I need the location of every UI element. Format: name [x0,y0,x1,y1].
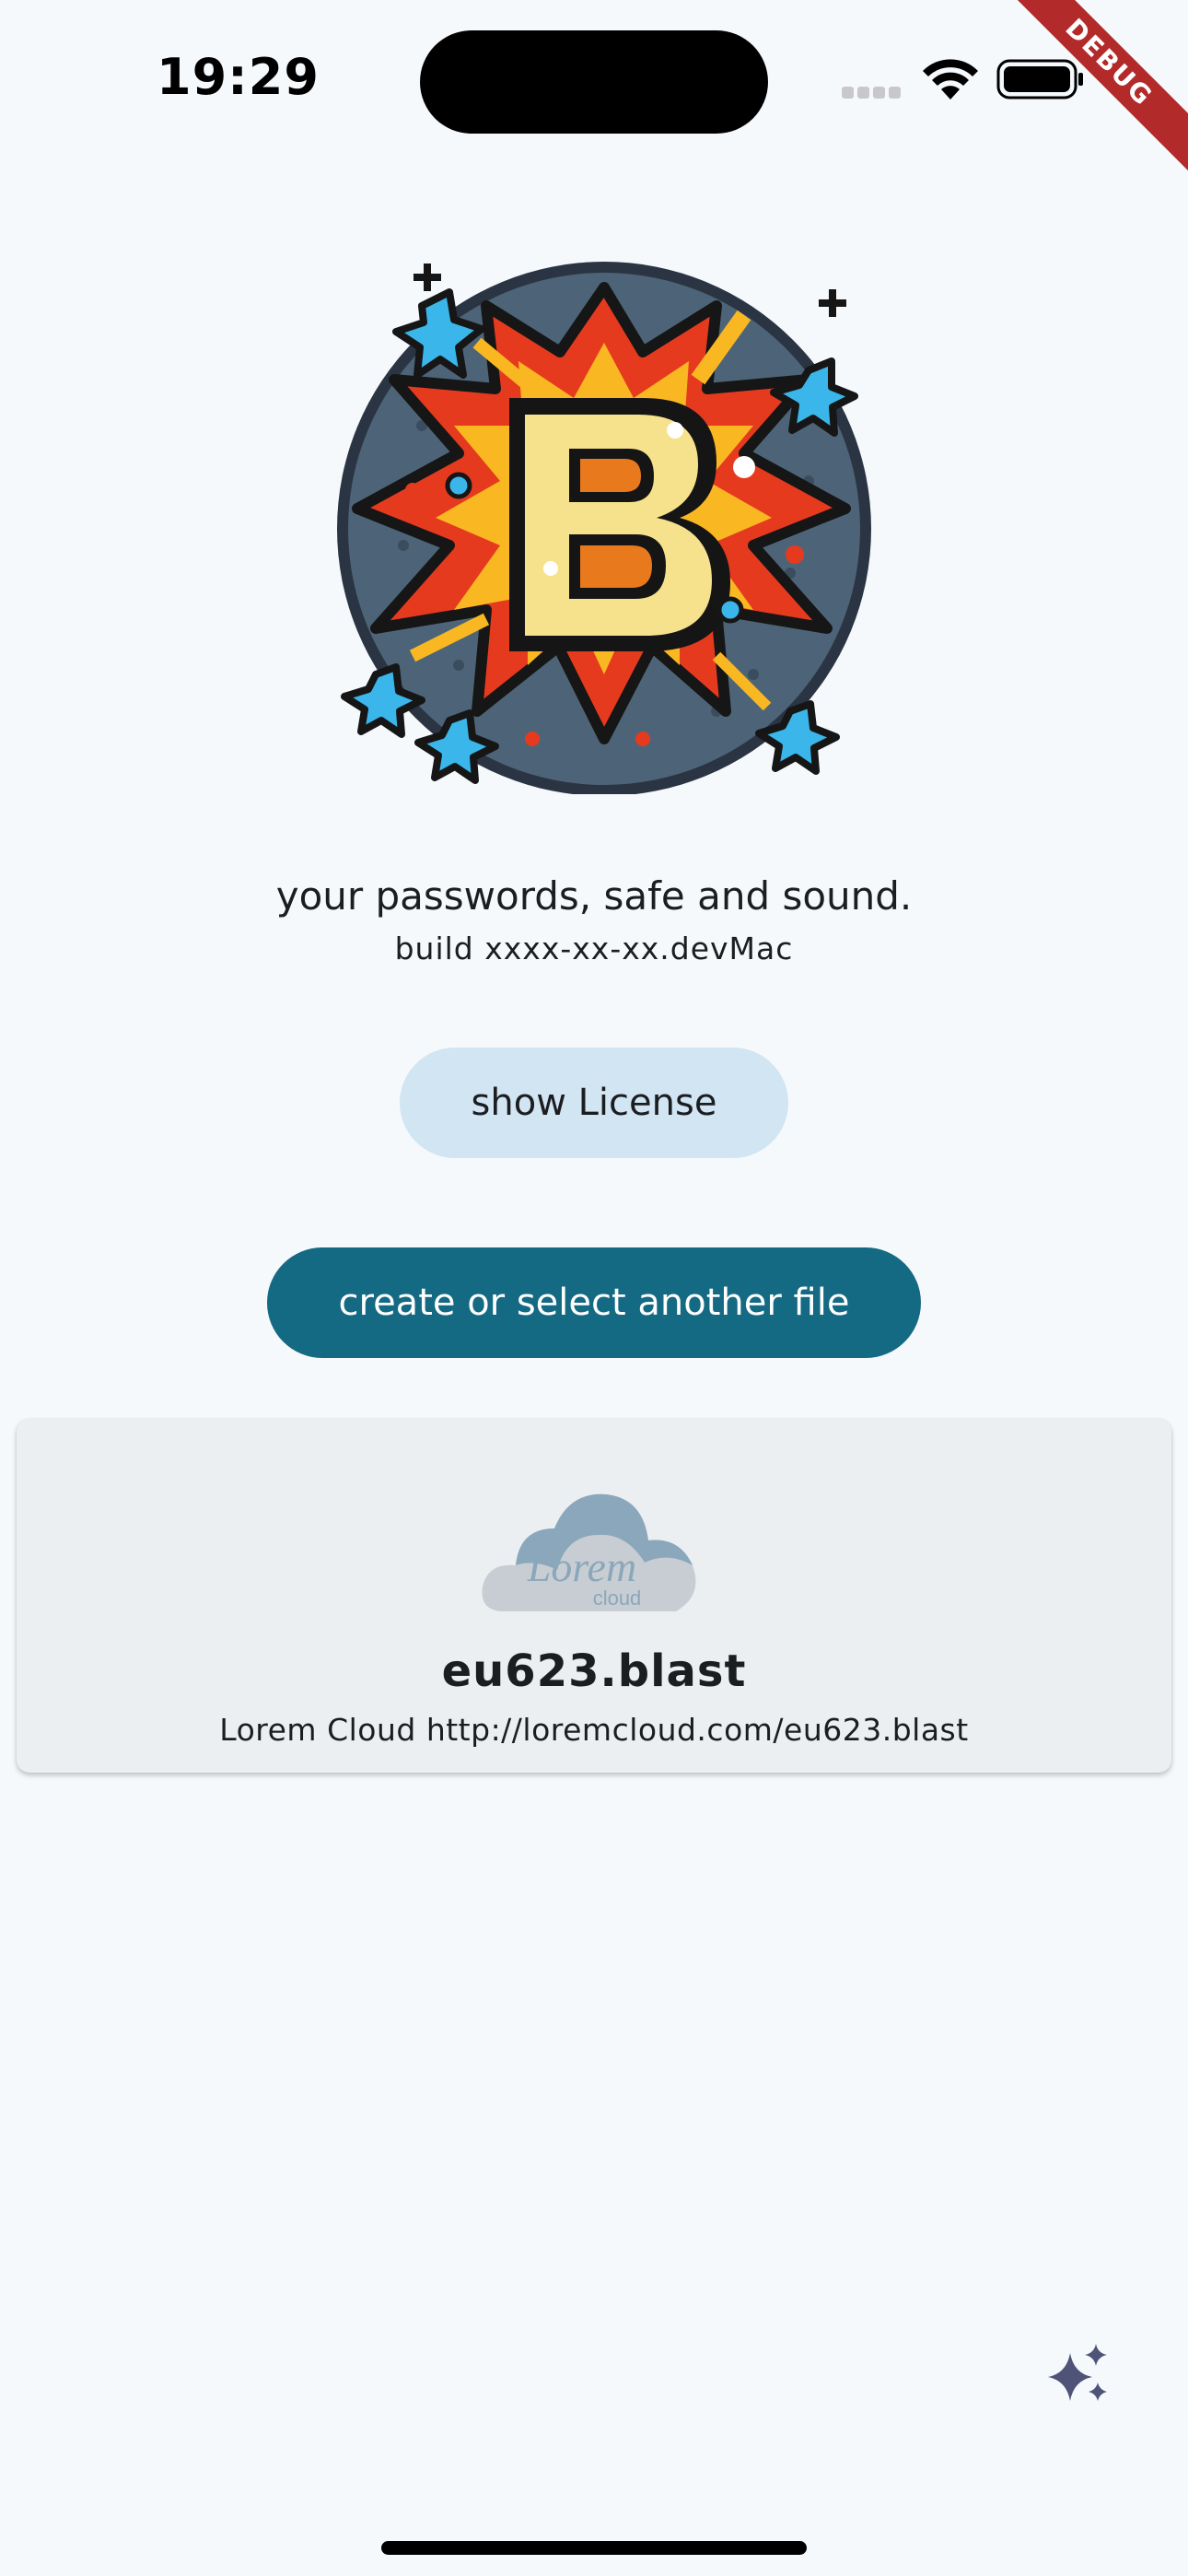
home-indicator[interactable] [381,2541,807,2555]
recent-file-card[interactable]: Lorem cloud eu623.blast Lorem Cloud http… [17,1419,1171,1773]
create-or-select-file-button[interactable]: create or select another file [267,1247,921,1358]
file-name: eu623.blast [441,1645,747,1697]
sparkle-icon[interactable] [1044,2340,1114,2406]
battery-icon [996,59,1083,100]
show-license-button[interactable]: show License [400,1048,788,1158]
lorem-logo-subtext: cloud [593,1587,642,1610]
file-location: Lorem Cloud http://loremcloud.com/eu623.… [219,1712,969,1748]
build-version: build xxxx-xx-xx.devMac [394,931,794,966]
status-time: 19:29 [157,48,320,106]
app-tagline: your passwords, safe and sound. [275,873,913,919]
welcome-screen: 19:29 DEBUG your passwords, safe and sou… [0,0,1188,2576]
lorem-cloud-logo: Lorem cloud [482,1493,696,1611]
signal-icon [842,85,906,100]
lorem-logo-text: Lorem [527,1543,636,1590]
blast-logo-icon [337,262,871,794]
wifi-icon [923,59,978,100]
dynamic-island [420,30,768,134]
